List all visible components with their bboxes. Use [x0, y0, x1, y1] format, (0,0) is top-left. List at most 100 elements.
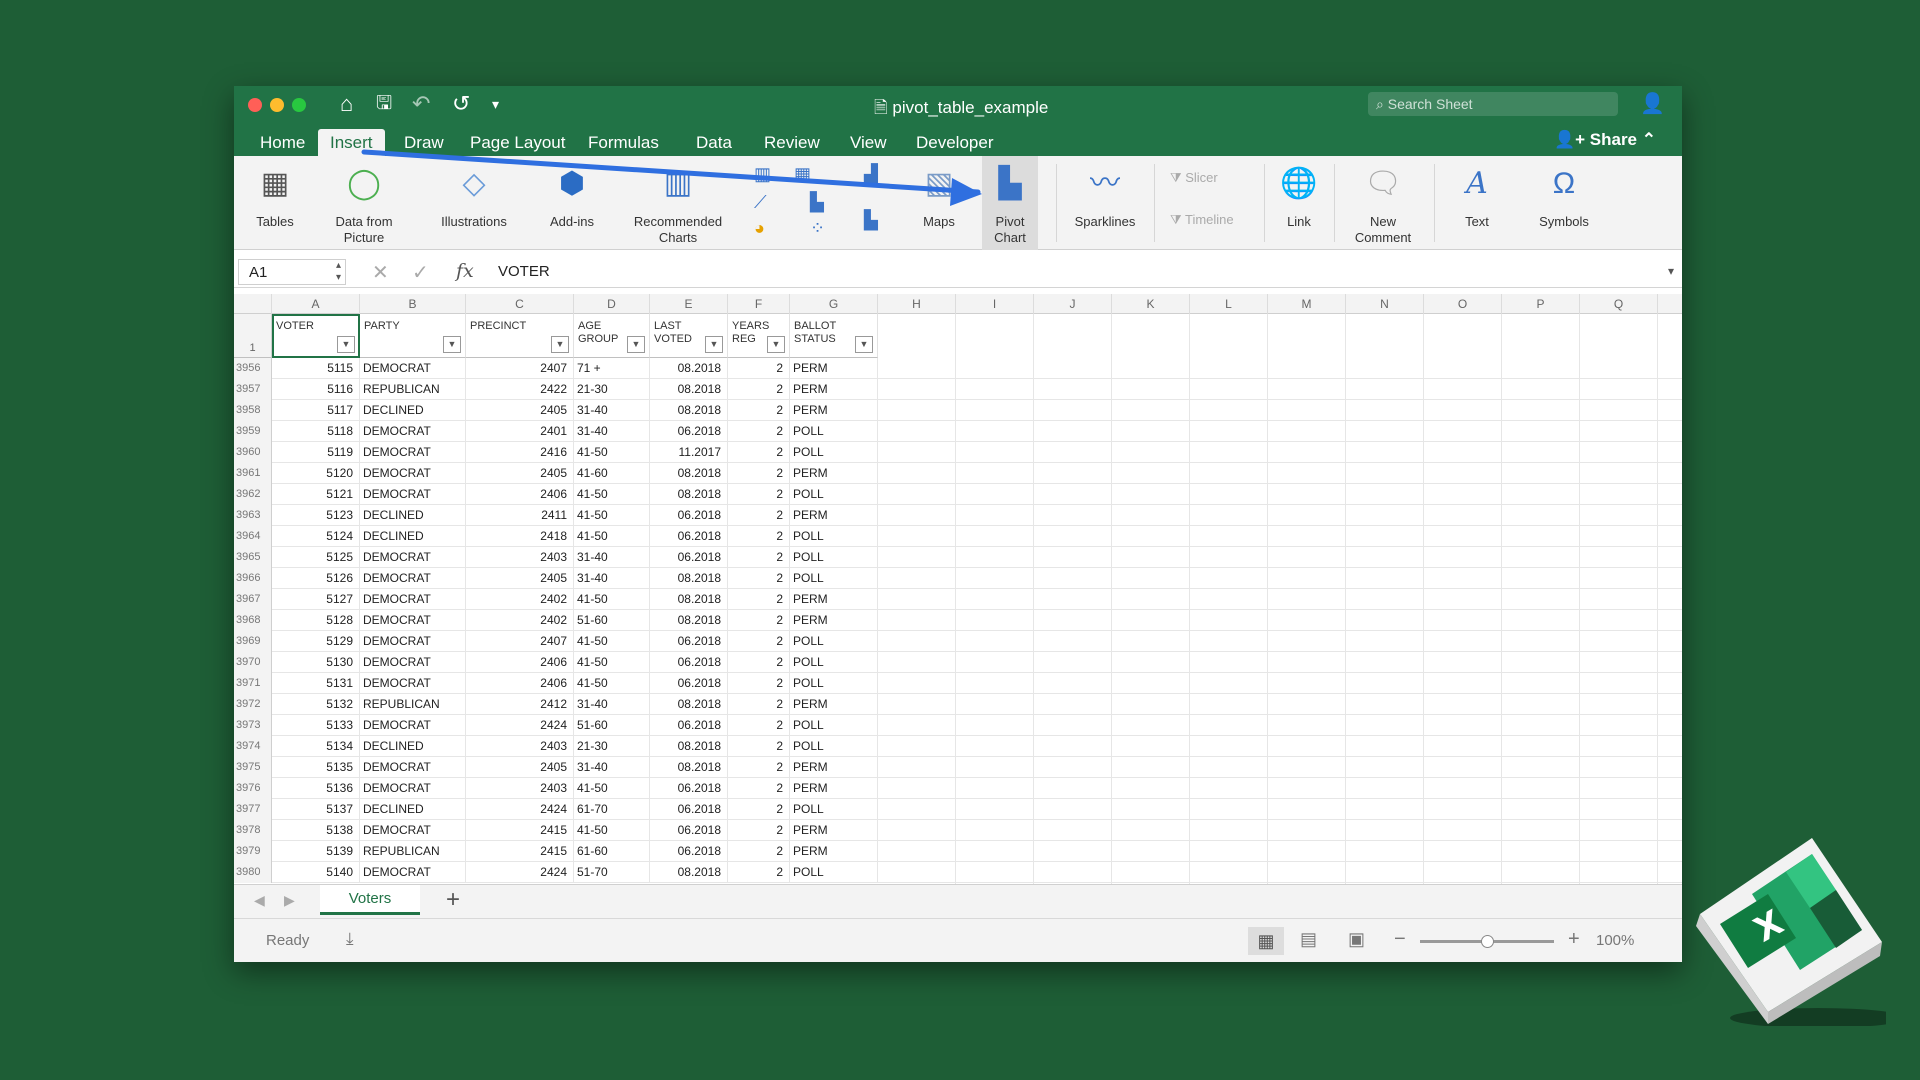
cell[interactable]: 2411 [466, 505, 574, 526]
name-box[interactable]: A1 ▴ ▾ [238, 259, 346, 285]
line-chart-icon[interactable]: ⟋ [754, 192, 767, 213]
new-comment-button[interactable]: 🗨 New Comment [1338, 156, 1428, 250]
cell[interactable]: 5137 [272, 799, 360, 820]
cell[interactable]: 2 [728, 673, 790, 694]
cell[interactable]: DEMOCRAT [360, 715, 466, 736]
redo-icon[interactable]: ↺ [452, 92, 470, 116]
header-cell-5[interactable]: LAST VOTED ▼ [650, 314, 728, 358]
cell[interactable]: 2406 [466, 652, 574, 673]
pivot-chart-button[interactable]: ▙ Pivot Chart [982, 156, 1038, 250]
waterfall-chart-icon[interactable]: ▟ [864, 164, 878, 185]
cell[interactable]: 51-60 [574, 715, 650, 736]
cell[interactable]: 2403 [466, 736, 574, 757]
cell[interactable]: 41-50 [574, 442, 650, 463]
cell[interactable]: DEMOCRAT [360, 673, 466, 694]
cell[interactable]: 31-40 [574, 400, 650, 421]
column-header-q[interactable]: Q [1580, 294, 1658, 314]
cell[interactable]: 2 [728, 421, 790, 442]
cell[interactable]: 5123 [272, 505, 360, 526]
cell[interactable]: 31-40 [574, 694, 650, 715]
tab-data[interactable]: Data [684, 129, 744, 156]
cell[interactable]: 08.2018 [650, 400, 728, 421]
cell[interactable]: 21-30 [574, 736, 650, 757]
cell[interactable]: DEMOCRAT [360, 610, 466, 631]
cell[interactable]: DEMOCRAT [360, 820, 466, 841]
zoom-window-button[interactable] [292, 98, 306, 112]
cell[interactable]: DECLINED [360, 799, 466, 820]
cell[interactable]: 5126 [272, 568, 360, 589]
cell[interactable]: 06.2018 [650, 421, 728, 442]
cell[interactable]: 5135 [272, 757, 360, 778]
cell[interactable]: DECLINED [360, 400, 466, 421]
cell[interactable]: 2 [728, 547, 790, 568]
cell[interactable]: DEMOCRAT [360, 778, 466, 799]
row-number[interactable]: 3968 [234, 610, 272, 631]
cell[interactable]: 2 [728, 778, 790, 799]
cell[interactable]: DECLINED [360, 526, 466, 547]
cell[interactable]: 41-50 [574, 484, 650, 505]
collapse-ribbon-icon[interactable]: ⌃ [1642, 130, 1656, 149]
cell[interactable]: 06.2018 [650, 652, 728, 673]
cell[interactable]: 5118 [272, 421, 360, 442]
tab-page-layout[interactable]: Page Layout [458, 129, 577, 156]
cell[interactable]: 5136 [272, 778, 360, 799]
cell[interactable]: POLL [790, 484, 878, 505]
column-header-n[interactable]: N [1346, 294, 1424, 314]
row-number[interactable]: 3976 [234, 778, 272, 799]
cell[interactable]: 41-50 [574, 505, 650, 526]
data-from-picture-button[interactable]: ◯ Data from Picture [324, 156, 404, 250]
cell[interactable]: 51-60 [574, 610, 650, 631]
cell[interactable]: 5115 [272, 358, 360, 379]
cell[interactable]: 06.2018 [650, 820, 728, 841]
sparklines-button[interactable]: 〰 Sparklines [1060, 156, 1150, 250]
cell[interactable]: 2407 [466, 631, 574, 652]
cell[interactable]: POLL [790, 736, 878, 757]
spreadsheet-grid[interactable]: ABCDEFGHIJKLMNOPQR 1 VOTER▼PARTY▼PRECINC… [234, 294, 1682, 884]
save-icon[interactable]: 🖫 [376, 92, 392, 116]
symbols-button[interactable]: Ω Symbols [1524, 156, 1604, 250]
cell[interactable]: 61-60 [574, 841, 650, 862]
row-number[interactable]: 3956 [234, 358, 272, 379]
statistic-chart-icon[interactable]: ▙ [810, 192, 824, 213]
row-number[interactable]: 3978 [234, 820, 272, 841]
column-header-f[interactable]: F [728, 294, 790, 314]
cell[interactable]: 2 [728, 505, 790, 526]
cell[interactable]: 06.2018 [650, 778, 728, 799]
cell[interactable]: DEMOCRAT [360, 568, 466, 589]
cell[interactable]: POLL [790, 547, 878, 568]
undo-icon[interactable]: ↶ [412, 92, 430, 116]
row-number[interactable]: 3970 [234, 652, 272, 673]
hierarchy-chart-icon[interactable]: ▦ [794, 164, 811, 185]
column-header-o[interactable]: O [1424, 294, 1502, 314]
cell[interactable]: 5128 [272, 610, 360, 631]
cell[interactable]: 06.2018 [650, 505, 728, 526]
cell[interactable]: 2416 [466, 442, 574, 463]
tab-developer[interactable]: Developer [904, 129, 1006, 156]
cell[interactable]: 06.2018 [650, 673, 728, 694]
filter-dropdown-icon[interactable]: ▼ [551, 336, 569, 353]
cell[interactable]: 2 [728, 400, 790, 421]
cell[interactable]: 2402 [466, 610, 574, 631]
header-cell-3[interactable]: PRECINCT ▼ [466, 314, 574, 358]
maps-button[interactable]: ▧ Maps [914, 156, 964, 250]
cell[interactable]: PERM [790, 778, 878, 799]
filter-dropdown-icon[interactable]: ▼ [855, 336, 873, 353]
cell[interactable]: 2 [728, 463, 790, 484]
text-button[interactable]: A Text [1444, 156, 1510, 250]
row-number[interactable]: 3974 [234, 736, 272, 757]
row-number[interactable]: 3977 [234, 799, 272, 820]
zoom-slider-knob[interactable] [1481, 935, 1494, 948]
cell[interactable]: DEMOCRAT [360, 358, 466, 379]
cell[interactable]: DEMOCRAT [360, 589, 466, 610]
column-chart-icon[interactable]: ▥ [754, 164, 771, 185]
minimize-window-button[interactable] [270, 98, 284, 112]
cell[interactable]: DEMOCRAT [360, 484, 466, 505]
cell[interactable]: 61-70 [574, 799, 650, 820]
column-header-j[interactable]: J [1034, 294, 1112, 314]
cell[interactable]: 08.2018 [650, 757, 728, 778]
page-layout-view-icon[interactable]: ▤ [1300, 929, 1317, 950]
recommended-charts-button[interactable]: ▥ Recommended Charts [622, 156, 734, 250]
cell[interactable]: DEMOCRAT [360, 652, 466, 673]
insert-function-button[interactable]: fx [456, 260, 474, 282]
cell[interactable]: 31-40 [574, 757, 650, 778]
